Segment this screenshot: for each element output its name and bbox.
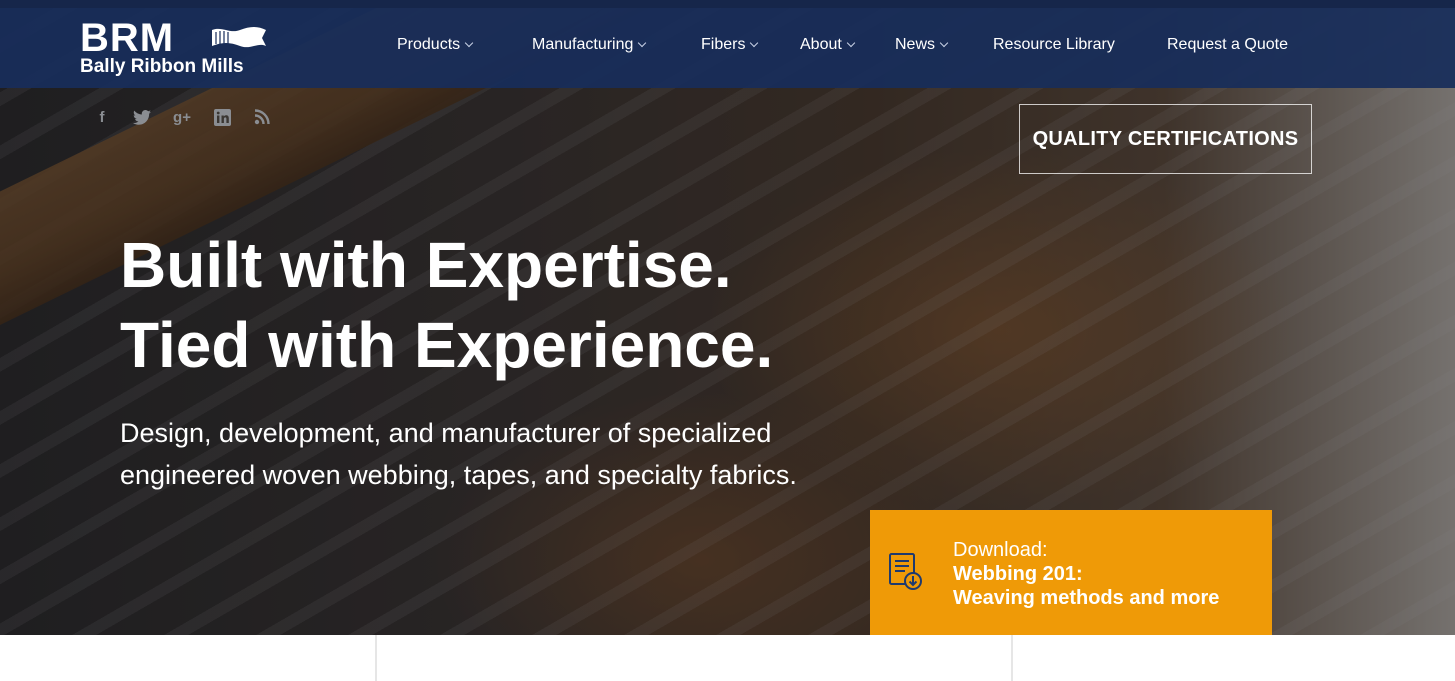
headline-line1-bold: Expertise.: [425, 229, 732, 301]
google-plus-icon[interactable]: g+: [172, 107, 192, 127]
document-download-icon: [889, 553, 922, 590]
nav-label: Request a Quote: [1167, 36, 1288, 53]
hero-headline: Built with Expertise. Tied with Experien…: [120, 225, 773, 385]
hero-subheading: Design, development, and manufacturer of…: [120, 418, 797, 490]
download-label: Download:: [953, 539, 1048, 561]
nav-products[interactable]: Products: [397, 36, 474, 54]
nav-label: Products: [397, 36, 461, 53]
chevron-down-icon: [638, 38, 647, 48]
linkedin-icon[interactable]: [212, 107, 232, 127]
nav-about[interactable]: About: [800, 36, 856, 54]
twitter-icon[interactable]: [132, 107, 152, 127]
nav-manufacturing[interactable]: Manufacturing: [532, 36, 647, 54]
headline-line1-light: Built with: [120, 229, 426, 301]
facebook-icon[interactable]: f: [92, 107, 112, 127]
nav-label: Fibers: [701, 36, 746, 53]
column-divider: [1011, 635, 1013, 681]
content-columns: [0, 635, 1455, 681]
download-title: Webbing 201:: [953, 563, 1083, 585]
rss-icon[interactable]: [252, 107, 272, 127]
social-links: f g+: [92, 107, 272, 127]
main-nav: Products Manufacturing Fibers About News…: [0, 8, 1455, 88]
column-divider: [375, 635, 377, 681]
chevron-down-icon: [846, 38, 856, 48]
nav-label: About: [800, 36, 842, 53]
nav-label: Resource Library: [993, 36, 1115, 53]
download-subtitle: Weaving methods and more: [953, 587, 1220, 609]
nav-fibers[interactable]: Fibers: [701, 36, 759, 54]
nav-news[interactable]: News: [895, 36, 949, 54]
download-text: Download: Webbing 201: Weaving methods a…: [953, 538, 1219, 610]
nav-resource-library[interactable]: Resource Library: [993, 36, 1115, 54]
top-strip: [0, 0, 1455, 8]
navbar: BRM Bally Ribbon Mills Products Manufact…: [0, 8, 1455, 88]
chevron-down-icon: [464, 38, 474, 48]
chevron-down-icon: [750, 38, 759, 48]
nav-label: News: [895, 36, 936, 53]
quality-certifications-button[interactable]: QUALITY CERTIFICATIONS: [1019, 104, 1312, 174]
download-webbing-201-cta[interactable]: Download: Webbing 201: Weaving methods a…: [870, 510, 1272, 635]
headline-line2-bold: Experience.: [413, 309, 774, 381]
nav-request-quote[interactable]: Request a Quote: [1167, 36, 1288, 54]
chevron-down-icon: [939, 38, 949, 48]
headline-line2-light: Tied with: [120, 309, 414, 381]
nav-label: Manufacturing: [532, 36, 634, 53]
